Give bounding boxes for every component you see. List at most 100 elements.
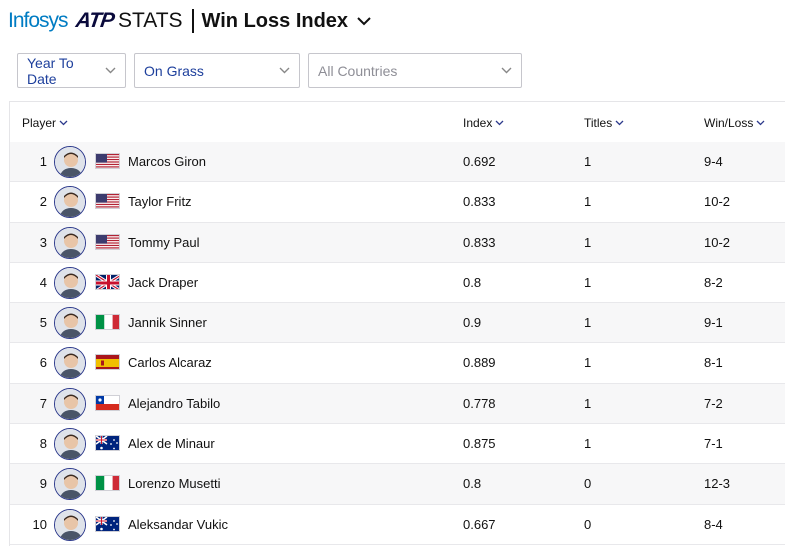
player-avatar-icon[interactable]: [54, 428, 86, 461]
table-row[interactable]: 6 Carlos Alcaraz 0.889 1 8-1: [10, 343, 785, 384]
player-avatar-icon[interactable]: [54, 266, 86, 299]
player-avatar-icon[interactable]: [54, 146, 86, 178]
chevron-down-icon: [495, 120, 504, 126]
rank-cell: 4: [39, 274, 47, 290]
usa-flag-icon: [95, 233, 120, 250]
player-avatar-icon[interactable]: [54, 387, 86, 420]
column-label: Player: [22, 116, 57, 130]
table-row[interactable]: 4 Jack Draper 0.8 1 8-2: [10, 263, 785, 304]
index-cell: 0.9: [463, 315, 482, 331]
country-select[interactable]: All Countries: [308, 53, 522, 88]
chevron-down-icon[interactable]: [357, 16, 371, 26]
titles-cell: 1: [584, 315, 592, 331]
titles-cell: 1: [584, 234, 592, 250]
table-body: 1 Marcos Giron 0.692 1 9-4 2 Taylor Fritz 0.833…: [10, 142, 785, 545]
surface-select[interactable]: On Grass: [134, 53, 300, 88]
table-row[interactable]: 1 Marcos Giron 0.692 1 9-4: [10, 142, 785, 183]
player-name-link[interactable]: Jannik Sinner: [128, 315, 207, 330]
column-label: Win/Loss: [704, 116, 754, 130]
titles-cell: 0: [584, 516, 592, 532]
player-avatar-icon[interactable]: [54, 468, 86, 501]
titles-cell: 1: [584, 154, 592, 169]
index-cell: 0.833: [463, 194, 496, 210]
rank-cell: 7: [39, 395, 47, 411]
rank-cell: 3: [39, 234, 47, 250]
chevron-down-icon: [105, 67, 116, 74]
titles-cell: 1: [584, 436, 592, 452]
player-avatar-icon[interactable]: [54, 186, 86, 219]
player-name-link[interactable]: Tommy Paul: [128, 235, 200, 250]
table-row[interactable]: 3 Tommy Paul 0.833 1 10-2: [10, 222, 785, 263]
player-name-link[interactable]: Jack Draper: [128, 275, 198, 290]
player-name-link[interactable]: Taylor Fritz: [128, 194, 192, 209]
player-name-link[interactable]: Alex de Minaur: [128, 436, 215, 451]
chevron-down-icon: [59, 120, 68, 126]
player-name-link[interactable]: Marcos Giron: [128, 154, 206, 169]
period-select-value: Year To Date: [27, 54, 74, 87]
player-avatar-icon[interactable]: [54, 508, 86, 541]
rank-cell: 5: [39, 315, 47, 331]
page-header: Infosys ATP STATS Win Loss Index: [8, 7, 371, 35]
surface-select-value: On Grass: [144, 62, 204, 79]
table-row[interactable]: 2 Taylor Fritz 0.833 1 10-2: [10, 182, 785, 223]
player-name-link[interactable]: Alejandro Tabilo: [128, 396, 220, 411]
rank-cell: 8: [39, 436, 47, 452]
usa-flag-icon: [95, 193, 120, 210]
header-divider: [191, 9, 194, 33]
stats-table: Player Index Titles Win/Loss 1 Marcos Gir…: [9, 101, 785, 546]
index-cell: 0.778: [463, 395, 496, 411]
filter-bar: Year To Date On Grass All Countries: [17, 53, 530, 88]
chevron-down-icon: [615, 120, 624, 126]
winloss-cell: 7-1: [704, 436, 723, 452]
table-row[interactable]: 8 Alex de Minaur 0.875 1 7-1: [10, 424, 785, 465]
rank-cell: 6: [39, 355, 47, 371]
rank-cell: 9: [39, 476, 47, 492]
column-header-winloss[interactable]: Win/Loss: [704, 116, 765, 130]
index-cell: 0.8: [463, 274, 482, 290]
table-row[interactable]: 9 Lorenzo Musetti 0.8 0 12-3: [10, 464, 785, 505]
table-row[interactable]: 10 Aleksandar Vukic 0.667 0 8-4: [10, 505, 785, 545]
player-avatar-icon[interactable]: [54, 307, 86, 340]
period-select[interactable]: Year To Date: [17, 53, 126, 88]
index-cell: 0.667: [463, 516, 496, 532]
country-select-placeholder: All Countries: [318, 62, 398, 79]
ita-flag-icon: [95, 475, 120, 492]
winloss-cell: 10-2: [704, 234, 731, 250]
index-cell: 0.875: [463, 436, 496, 452]
rank-cell: 10: [32, 516, 47, 532]
rank-cell: 2: [39, 194, 47, 210]
usa-flag-icon: [95, 153, 120, 169]
column-header-player[interactable]: Player: [22, 116, 68, 130]
player-avatar-icon[interactable]: [54, 347, 86, 380]
winloss-cell: 12-3: [704, 476, 731, 492]
winloss-cell: 8-2: [704, 274, 723, 290]
winloss-cell: 8-4: [704, 516, 723, 532]
player-name-link[interactable]: Lorenzo Musetti: [128, 476, 221, 491]
player-name-link[interactable]: Aleksandar Vukic: [128, 517, 228, 532]
index-cell: 0.889: [463, 355, 496, 371]
winloss-cell: 10-2: [704, 194, 731, 210]
column-label: Titles: [584, 116, 613, 130]
winloss-cell: 9-1: [704, 315, 723, 331]
infosys-logo: Infosys: [8, 9, 69, 32]
stats-label: STATS: [117, 9, 183, 32]
index-cell: 0.692: [463, 154, 496, 169]
aus-flag-icon: [95, 435, 120, 452]
gbr-flag-icon: [95, 273, 120, 290]
table-row[interactable]: 7 Alejandro Tabilo 0.778 1 7-2: [10, 383, 785, 425]
chevron-down-icon: [501, 67, 512, 74]
winloss-cell: 7-2: [704, 395, 723, 411]
titles-cell: 1: [584, 194, 592, 210]
chi-flag-icon: [95, 394, 120, 411]
player-name-link[interactable]: Carlos Alcaraz: [128, 355, 212, 370]
page-title: Win Loss Index: [201, 9, 349, 32]
esp-flag-icon: [95, 354, 120, 371]
rank-cell: 1: [39, 154, 47, 169]
column-header-titles[interactable]: Titles: [584, 116, 624, 130]
index-cell: 0.833: [463, 234, 496, 250]
column-label: Index: [463, 116, 493, 130]
chevron-down-icon: [279, 67, 290, 74]
player-avatar-icon[interactable]: [54, 226, 86, 259]
column-header-index[interactable]: Index: [463, 116, 504, 130]
table-row[interactable]: 5 Jannik Sinner 0.9 1 9-1: [10, 303, 785, 344]
